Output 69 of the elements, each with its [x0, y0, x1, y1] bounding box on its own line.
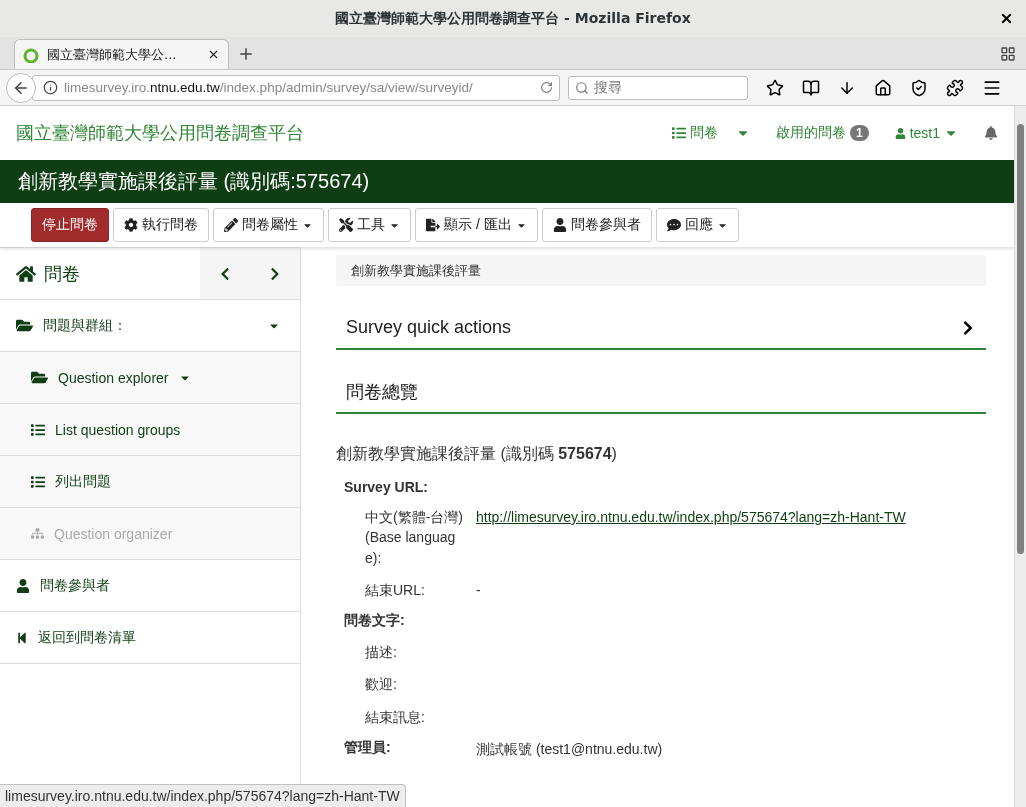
toolbar-button[interactable]: 回應: [655, 208, 739, 242]
list-icon: [671, 126, 686, 140]
puzzle-icon[interactable]: [946, 78, 964, 97]
survey-summary-title: 創新教學實施課後評量 (識別碼 575674): [336, 444, 618, 464]
reload-icon[interactable]: [540, 81, 553, 94]
toolbar-button[interactable]: 執行問卷: [113, 208, 209, 242]
scrollbar-thumb[interactable]: [1017, 124, 1024, 554]
toolbar-button[interactable]: 停止問卷: [31, 208, 109, 242]
status-bar: limesurvey.iro.ntnu.edu.tw/index.php/575674?lang=zh-Hant-TW: [0, 784, 406, 807]
url-field[interactable]: limesurvey.iro.ntnu.edu.tw/index.php/admin/survey/sa/view/surveyid/: [32, 74, 560, 101]
breadcrumb[interactable]: 創新教學實施課後評量: [336, 255, 986, 286]
sidebar-item[interactable]: Question explorer: [0, 352, 300, 404]
field-label: 結束URL:: [365, 580, 426, 600]
sidebar-title: 問卷: [44, 262, 80, 286]
user-menu[interactable]: test1: [894, 125, 958, 141]
user-icon: [552, 218, 567, 232]
surveys-menu[interactable]: 問卷: [671, 124, 750, 142]
count-badge: 1: [849, 125, 869, 141]
field-label: 中文(繁體-台灣) (Base language):: [365, 508, 464, 568]
info-icon[interactable]: [43, 80, 58, 95]
lime-icon: [23, 46, 39, 63]
new-tab-icon[interactable]: [237, 45, 255, 63]
site-title[interactable]: 國立臺灣師範大學公用問卷調查平台: [16, 121, 646, 145]
export-icon: [426, 218, 440, 232]
list-icon: [31, 474, 45, 489]
survey-link[interactable]: http://limesurvey.iro.ntnu.edu.tw/index.php/575674?lang=zh-Hant-TW: [476, 509, 906, 525]
overview-header: 問卷總覽: [336, 371, 986, 414]
toolbar-button[interactable]: 顯示 / 匯出: [415, 208, 538, 242]
bell-icon[interactable]: [984, 126, 998, 140]
home-icon[interactable]: [874, 78, 892, 97]
user-icon: [16, 578, 30, 593]
search-icon: [575, 80, 589, 95]
browser-tab[interactable]: 國立臺灣師範大學公...: [14, 39, 229, 69]
close-icon[interactable]: [999, 11, 1014, 26]
window-title: 國立臺灣師範大學公用問卷調查平台 - Mozilla Firefox: [335, 9, 691, 28]
reader-icon[interactable]: [802, 78, 820, 97]
close-icon[interactable]: [207, 48, 220, 61]
sidebar-item[interactable]: List question groups: [0, 404, 300, 456]
speech-bubble-icon: [666, 218, 681, 232]
active-surveys-link[interactable]: 啟用的問卷 1: [775, 124, 869, 142]
pencil-icon: [224, 218, 238, 232]
toolbar-button[interactable]: 問卷屬性: [213, 208, 324, 242]
shield-icon[interactable]: [910, 78, 928, 97]
field-value: 測試帳號 (test1@ntnu.edu.tw): [476, 740, 663, 760]
user-icon: [894, 127, 906, 139]
step-back-icon: [16, 631, 28, 644]
field-label: 結束訊息:: [365, 707, 426, 727]
home-icon: [16, 263, 36, 284]
star-icon[interactable]: [766, 78, 784, 97]
field-label: 歡迎:: [365, 675, 398, 695]
field-label: 描述:: [365, 643, 398, 663]
tools-icon: [339, 218, 353, 232]
folder-icon: [16, 317, 33, 334]
section-label: Survey URL:: [344, 479, 430, 495]
toolbar-button[interactable]: 問卷參與者: [541, 208, 652, 242]
folder-icon: [31, 369, 48, 386]
back-button[interactable]: [6, 72, 36, 103]
toolbar-button[interactable]: 工具: [328, 208, 411, 242]
gear-icon: [124, 218, 138, 232]
grid-icon[interactable]: [1000, 46, 1016, 62]
search-field[interactable]: 搜尋: [568, 75, 748, 100]
quick-actions-header[interactable]: Survey quick actions: [336, 307, 986, 350]
survey-title: 創新教學實施課後評量 (識別碼:575674): [18, 169, 370, 194]
field-value: -: [476, 580, 481, 600]
list-icon: [31, 422, 45, 437]
section-label: 問卷文字:: [344, 612, 406, 631]
sitemap-icon: [31, 527, 44, 540]
sidebar-item[interactable]: 列出問題: [0, 456, 300, 508]
section-label: 管理員:: [344, 739, 392, 758]
